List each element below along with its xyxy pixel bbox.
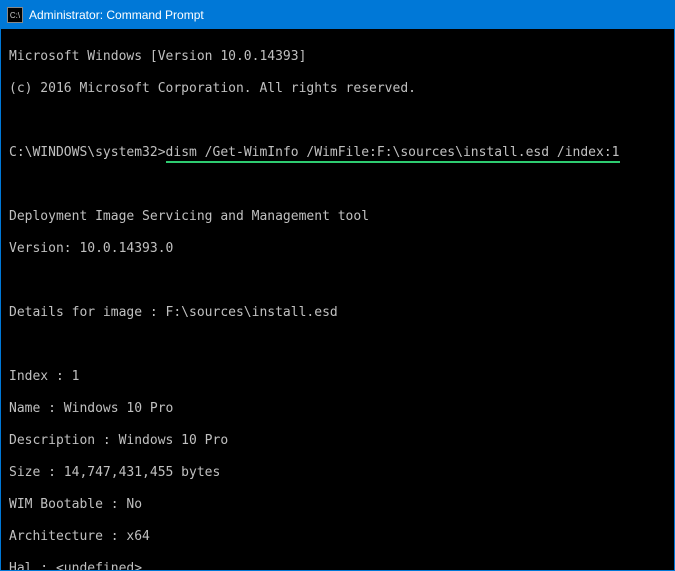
windows-version-line: Microsoft Windows [Version 10.0.14393] bbox=[9, 49, 666, 65]
size-line: Size : 14,747,431,455 bytes bbox=[9, 465, 666, 481]
cmd-icon: C:\ bbox=[7, 7, 23, 23]
index-line: Index : 1 bbox=[9, 369, 666, 385]
hal-line: Hal : <undefined> bbox=[9, 561, 666, 570]
blank-line bbox=[9, 273, 666, 289]
details-for-line: Details for image : F:\sources\install.e… bbox=[9, 305, 666, 321]
wim-bootable-line: WIM Bootable : No bbox=[9, 497, 666, 513]
window-title: Administrator: Command Prompt bbox=[29, 8, 668, 22]
blank-line bbox=[9, 177, 666, 193]
tool-name-line: Deployment Image Servicing and Managemen… bbox=[9, 209, 666, 225]
copyright-line: (c) 2016 Microsoft Corporation. All righ… bbox=[9, 81, 666, 97]
command-text: dism /Get-WimInfo /WimFile:F:\sources\in… bbox=[166, 145, 620, 160]
blank-line bbox=[9, 337, 666, 353]
command-line: C:\WINDOWS\system32>dism /Get-WimInfo /W… bbox=[9, 145, 666, 161]
prompt-text: C:\WINDOWS\system32> bbox=[9, 145, 166, 160]
tool-version-line: Version: 10.0.14393.0 bbox=[9, 241, 666, 257]
blank-line bbox=[9, 113, 666, 129]
terminal-area[interactable]: Microsoft Windows [Version 10.0.14393] (… bbox=[1, 29, 674, 570]
command-highlight bbox=[166, 161, 620, 163]
titlebar[interactable]: C:\ Administrator: Command Prompt bbox=[1, 1, 674, 29]
command-prompt-window: C:\ Administrator: Command Prompt Micros… bbox=[0, 0, 675, 571]
architecture-line: Architecture : x64 bbox=[9, 529, 666, 545]
description-line: Description : Windows 10 Pro bbox=[9, 433, 666, 449]
name-line: Name : Windows 10 Pro bbox=[9, 401, 666, 417]
